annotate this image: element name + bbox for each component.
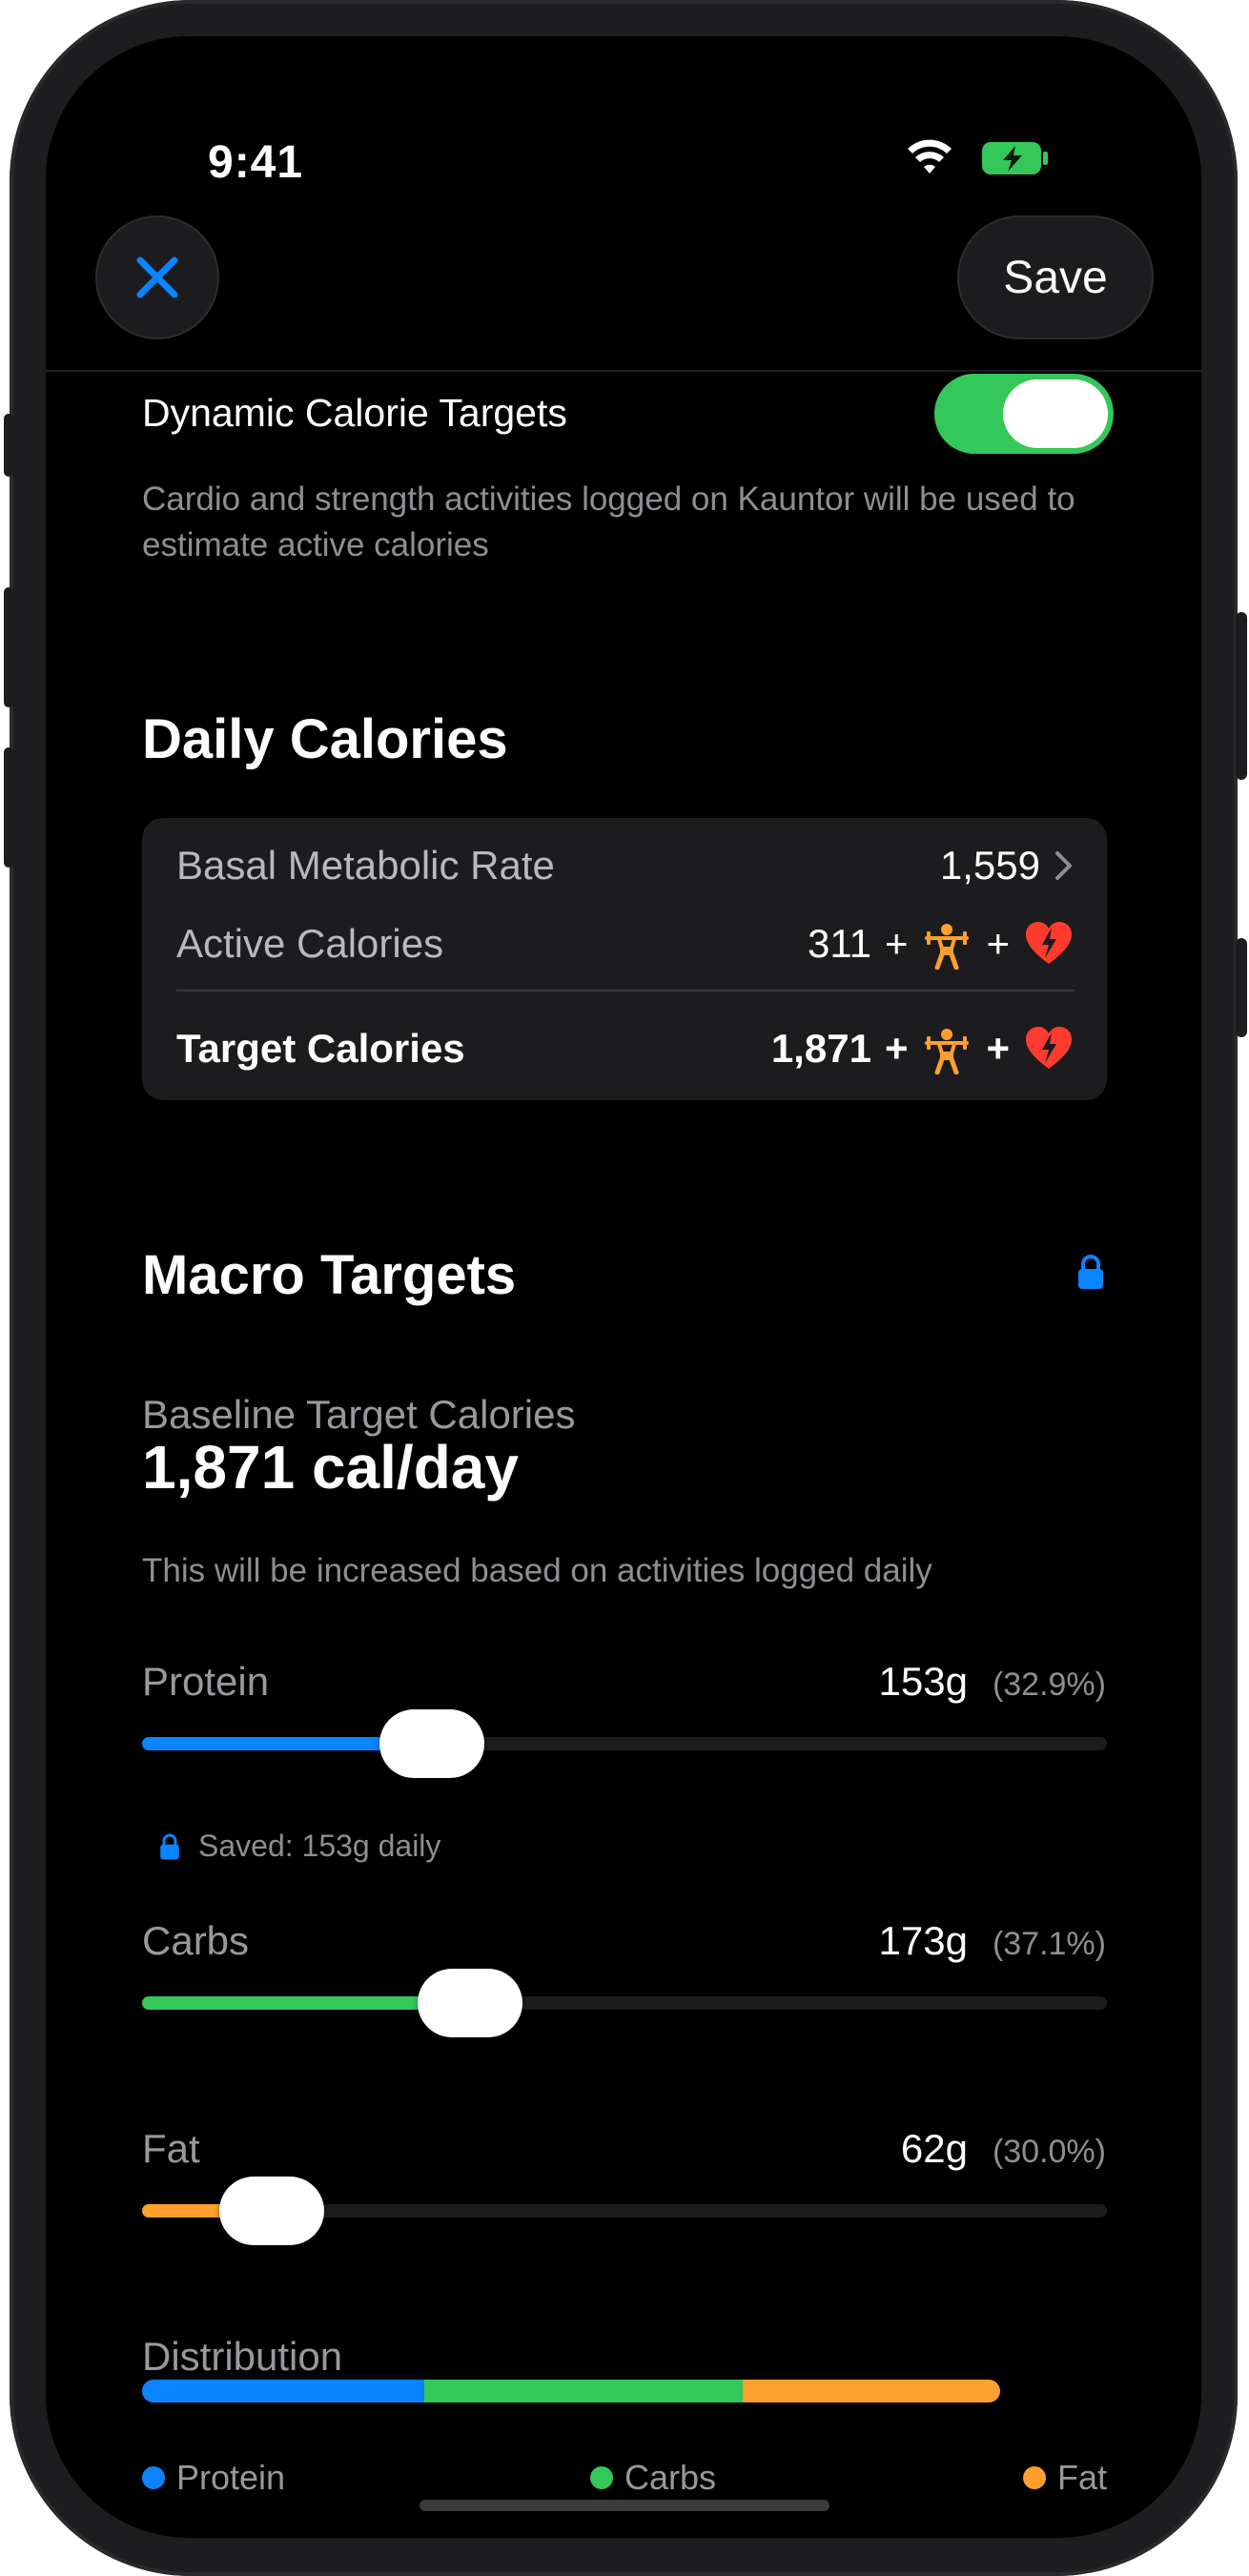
fat-slider-thumb[interactable] <box>218 2177 324 2245</box>
chevron-right-icon <box>1055 851 1072 880</box>
legend-fat: Fat <box>1023 2458 1107 2498</box>
bmr-row[interactable]: Basal Metabolic Rate 1,559 <box>176 837 1075 894</box>
lock-icon <box>160 1833 179 1859</box>
plus-sign: + <box>986 921 1010 966</box>
carbs-slider-thumb[interactable] <box>418 1969 523 2037</box>
distribution-segment-fat <box>743 2380 1000 2402</box>
protein-saved-text: Saved: 153g daily <box>198 1829 441 1863</box>
side-button-lower <box>1236 938 1247 1037</box>
weightlifting-icon <box>925 924 970 970</box>
target-calories-label: Target Calories <box>176 1026 465 1071</box>
carbs-label: Carbs <box>142 1918 250 1963</box>
macro-targets-title: Macro Targets <box>142 1244 517 1306</box>
weightlifting-icon <box>925 1029 970 1074</box>
daily-calories-card: Basal Metabolic Rate 1,559 Active Calori… <box>142 818 1107 1100</box>
protein-value: 153g (32.9%) <box>879 1659 1107 1705</box>
volume-down-button <box>4 747 13 868</box>
header-divider <box>46 370 1201 372</box>
carbs-grams: 173g <box>878 1918 968 1963</box>
protein-slider-thumb[interactable] <box>379 1709 484 1778</box>
carbs-dot <box>590 2466 613 2489</box>
toggle-knob <box>1003 379 1108 448</box>
bmr-label: Basal Metabolic Rate <box>176 843 555 888</box>
dynamic-targets-toggle[interactable] <box>934 374 1114 454</box>
protein-percent: (32.9%) <box>992 1666 1106 1703</box>
target-calories-row: Target Calories 1,871 + + <box>176 1020 1075 1077</box>
carbs-percent: (37.1%) <box>992 1926 1106 1962</box>
close-icon <box>136 256 178 298</box>
daily-calories-title: Daily Calories <box>142 708 508 770</box>
screen: 9:41 Save Dynamic Calorie Targets Cardio… <box>46 36 1201 2538</box>
target-calories-value: 1,871 <box>770 1026 871 1071</box>
active-calories-row: Active Calories 311 + + <box>176 915 1075 972</box>
plus-sign: + <box>986 1026 1010 1071</box>
heart-bolt-icon <box>1026 1027 1072 1069</box>
fat-label: Fat <box>142 2126 200 2171</box>
protein-grams: 153g <box>878 1659 968 1704</box>
fat-dot <box>1023 2466 1046 2489</box>
carbs-value: 173g (37.1%) <box>879 1918 1107 1964</box>
silent-switch <box>4 414 13 477</box>
card-divider <box>176 990 1075 992</box>
baseline-calories-value: 1,871 cal/day <box>142 1433 519 1502</box>
power-button <box>1236 612 1247 780</box>
wifi-icon <box>908 139 952 174</box>
active-calories-label: Active Calories <box>176 921 444 966</box>
battery-charging-icon <box>982 142 1048 174</box>
distribution-bar <box>142 2380 1000 2402</box>
save-button[interactable]: Save <box>957 215 1154 339</box>
distribution-title: Distribution <box>142 2334 343 2379</box>
dynamic-targets-label: Dynamic Calorie Targets <box>142 391 567 435</box>
distribution-segment-protein <box>142 2380 425 2402</box>
plus-sign: + <box>884 1026 909 1071</box>
heart-bolt-icon <box>1026 922 1072 964</box>
protein-dot <box>142 2466 165 2489</box>
distribution-segment-carbs <box>424 2380 743 2402</box>
lock-icon[interactable] <box>1075 1253 1106 1291</box>
legend-protein: Protein <box>142 2458 285 2498</box>
protein-saved-note: Saved: 153g daily <box>158 1829 440 1864</box>
bmr-value: 1,559 <box>939 843 1040 888</box>
status-time: 9:41 <box>208 137 304 188</box>
volume-up-button <box>4 587 13 707</box>
carbs-slider-track[interactable] <box>142 1996 1107 2010</box>
legend-carbs-label: Carbs <box>624 2458 717 2497</box>
active-calories-value: 311 <box>807 921 871 966</box>
baseline-calories-label: Baseline Target Calories <box>142 1392 576 1437</box>
legend-fat-label: Fat <box>1057 2458 1108 2497</box>
fat-percent: (30.0%) <box>992 2134 1106 2170</box>
protein-slider-track[interactable] <box>142 1737 1107 1750</box>
baseline-calories-note: This will be increased based on activiti… <box>142 1552 932 1589</box>
home-indicator[interactable] <box>420 2500 829 2511</box>
protein-label: Protein <box>142 1659 270 1704</box>
fat-value: 62g (30.0%) <box>901 2126 1106 2172</box>
legend-protein-label: Protein <box>176 2458 286 2497</box>
dynamic-targets-description: Cardio and strength activities logged on… <box>142 480 1075 563</box>
close-button[interactable] <box>95 215 219 339</box>
plus-sign: + <box>884 921 909 966</box>
legend-carbs: Carbs <box>590 2458 716 2498</box>
fat-grams: 62g <box>900 2126 968 2171</box>
